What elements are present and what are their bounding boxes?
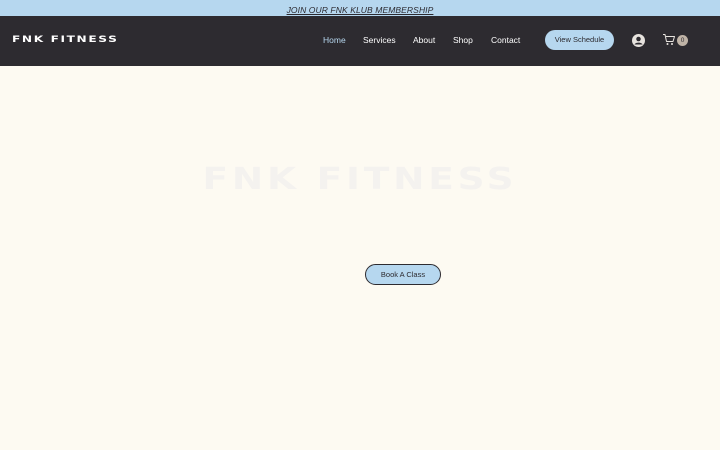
cart-count-badge[interactable]: 0 <box>677 35 688 46</box>
site-logo[interactable]: FNK FITNESS <box>12 35 118 45</box>
hero-title: FNK FITNESS <box>202 162 518 197</box>
cart-icon[interactable] <box>662 32 676 46</box>
view-schedule-button[interactable]: View Schedule <box>545 30 614 50</box>
nav-services[interactable]: Services <box>363 35 396 45</box>
nav-home[interactable]: Home <box>323 35 346 45</box>
nav-shop[interactable]: Shop <box>453 35 473 45</box>
site-header: FNK FITNESS Home Services About Shop Con… <box>0 16 720 66</box>
nav-about[interactable]: About <box>413 35 435 45</box>
account-icon[interactable] <box>632 34 645 47</box>
book-class-button[interactable]: Book A Class <box>365 264 441 285</box>
membership-link[interactable]: JOIN OUR FNK KLUB MEMBERSHIP <box>287 5 434 15</box>
announcement-bar: JOIN OUR FNK KLUB MEMBERSHIP <box>0 0 720 16</box>
nav-contact[interactable]: Contact <box>491 35 520 45</box>
